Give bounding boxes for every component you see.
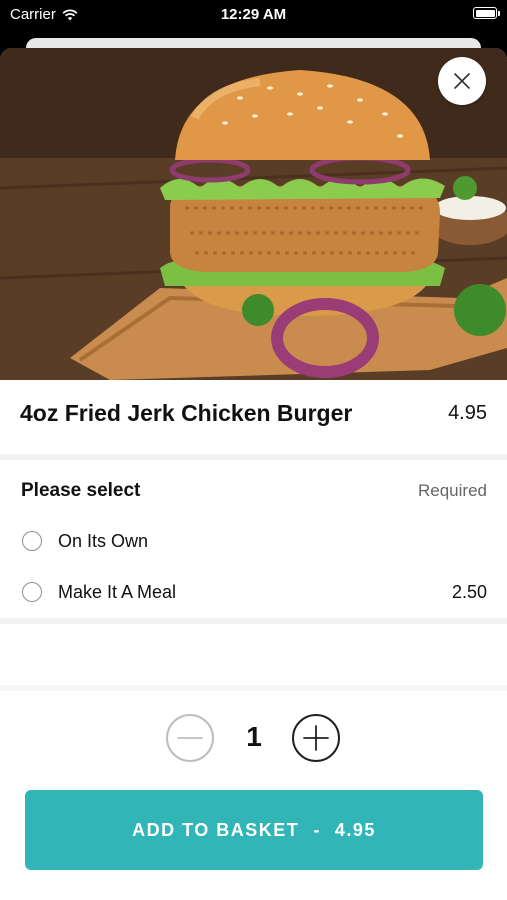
battery-icon xyxy=(473,7,500,19)
item-photo xyxy=(0,48,507,380)
status-bar: Carrier 12:29 AM xyxy=(0,0,507,30)
option-label: Make It A Meal xyxy=(58,582,177,602)
required-label: Required xyxy=(418,481,487,500)
divider xyxy=(0,685,507,691)
options-title: Please select xyxy=(21,480,141,501)
option-make-it-a-meal[interactable]: Make It A Meal 2.50 xyxy=(0,575,507,611)
close-icon xyxy=(454,73,470,89)
burger-illustration xyxy=(0,48,507,380)
options-section: Please select Required On Its Own Make I… xyxy=(0,460,507,624)
increase-quantity-button[interactable] xyxy=(292,714,340,762)
decrease-quantity-button[interactable] xyxy=(166,714,214,762)
item-price: 4.95 xyxy=(448,402,487,424)
add-to-basket-button[interactable]: ADD TO BASKET - 4.95 xyxy=(25,790,483,870)
item-header: 4oz Fried Jerk Chicken Burger 4.95 xyxy=(0,380,507,460)
plus-icon xyxy=(303,725,329,751)
add-button-price: 4.95 xyxy=(334,819,376,840)
item-detail-modal: 4oz Fried Jerk Chicken Burger 4.95 Pleas… xyxy=(0,48,507,900)
quantity-value: 1 xyxy=(246,721,262,752)
radio-button[interactable] xyxy=(22,582,42,602)
option-label: On Its Own xyxy=(58,531,149,551)
add-button-separator: - xyxy=(313,819,321,840)
minus-icon xyxy=(177,737,203,739)
option-on-its-own[interactable]: On Its Own xyxy=(0,524,507,560)
radio-button[interactable] xyxy=(22,531,42,551)
option-price: 2.50 xyxy=(451,582,487,602)
add-button-label: ADD TO BASKET xyxy=(132,819,300,840)
item-title: 4oz Fried Jerk Chicken Burger xyxy=(20,400,353,426)
quantity-stepper: 1 xyxy=(0,712,507,764)
clock: 12:29 AM xyxy=(220,6,287,23)
close-button[interactable] xyxy=(438,57,486,105)
